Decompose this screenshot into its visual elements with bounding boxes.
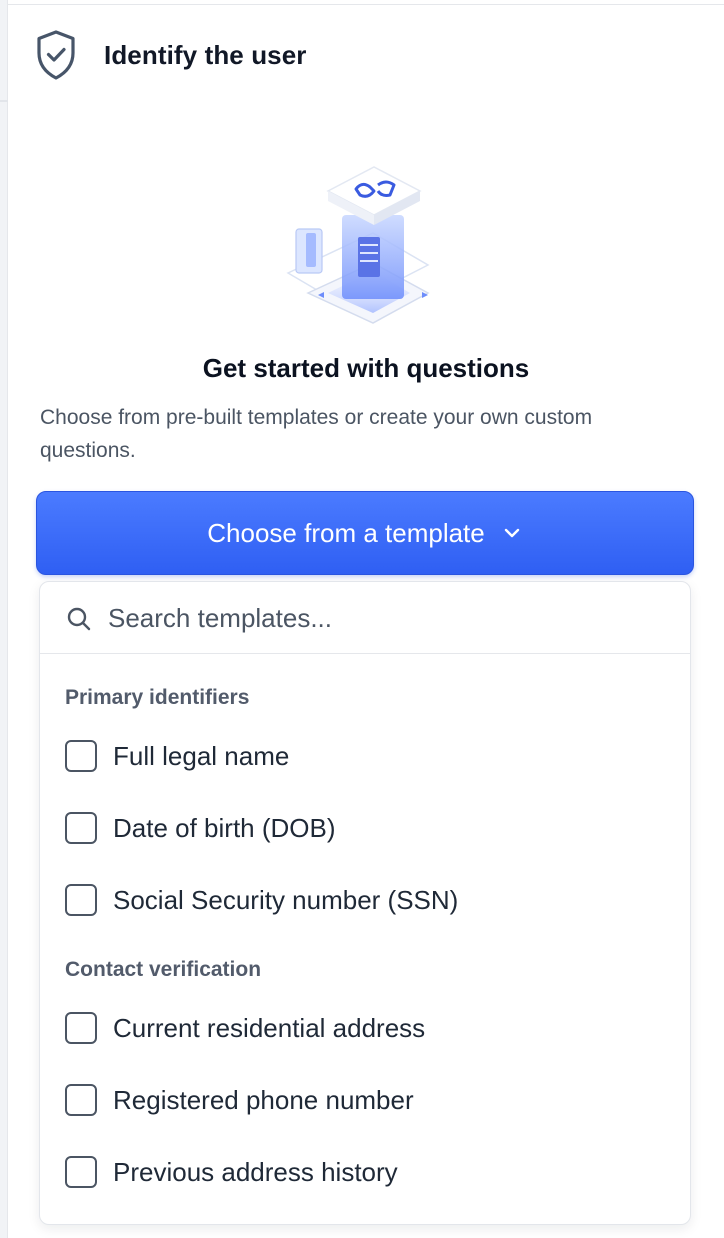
checkbox[interactable] xyxy=(65,884,97,916)
template-dropdown: Primary identifiers Full legal name Date… xyxy=(39,581,691,1225)
option-residential-address[interactable]: Current residential address xyxy=(65,1008,425,1048)
option-date-of-birth[interactable]: Date of birth (DOB) xyxy=(65,808,336,848)
option-label: Previous address history xyxy=(113,1156,398,1187)
panel-header: Identify the user xyxy=(34,27,307,83)
choose-template-label: Choose from a template xyxy=(207,517,485,548)
search-icon xyxy=(66,606,92,632)
intro-description: Choose from pre-built templates or creat… xyxy=(40,406,593,462)
option-phone-number[interactable]: Registered phone number xyxy=(65,1080,414,1120)
checkbox[interactable] xyxy=(65,1012,97,1044)
shield-check-icon xyxy=(34,27,78,83)
choose-template-button[interactable]: Choose from a template xyxy=(36,491,694,575)
option-ssn[interactable]: Social Security number (SSN) xyxy=(65,880,458,920)
search-input[interactable] xyxy=(108,596,668,640)
panel-title: Identify the user xyxy=(104,39,307,70)
intro-heading: Get started with questions xyxy=(202,353,530,383)
search-row xyxy=(40,582,690,654)
chevron-down-icon xyxy=(501,522,523,544)
option-label: Social Security number (SSN) xyxy=(113,884,459,915)
option-label: Current residential address xyxy=(113,1012,426,1043)
checkbox[interactable] xyxy=(65,812,97,844)
questions-illustration xyxy=(278,155,438,345)
option-full-legal-name[interactable]: Full legal name xyxy=(65,736,289,776)
option-address-history[interactable]: Previous address history xyxy=(65,1152,398,1192)
option-label: Registered phone number xyxy=(113,1084,414,1115)
identify-panel: Identify the user Get started with quest… xyxy=(8,5,724,1238)
option-label: Full legal name xyxy=(113,740,290,771)
checkbox[interactable] xyxy=(65,740,97,772)
option-label: Date of birth (DOB) xyxy=(113,812,336,843)
checkbox[interactable] xyxy=(65,1156,97,1188)
group-title-primary: Primary identifiers xyxy=(65,686,250,709)
left-rail xyxy=(0,0,8,1238)
checkbox[interactable] xyxy=(65,1084,97,1116)
group-title-contact: Contact verification xyxy=(65,958,262,981)
